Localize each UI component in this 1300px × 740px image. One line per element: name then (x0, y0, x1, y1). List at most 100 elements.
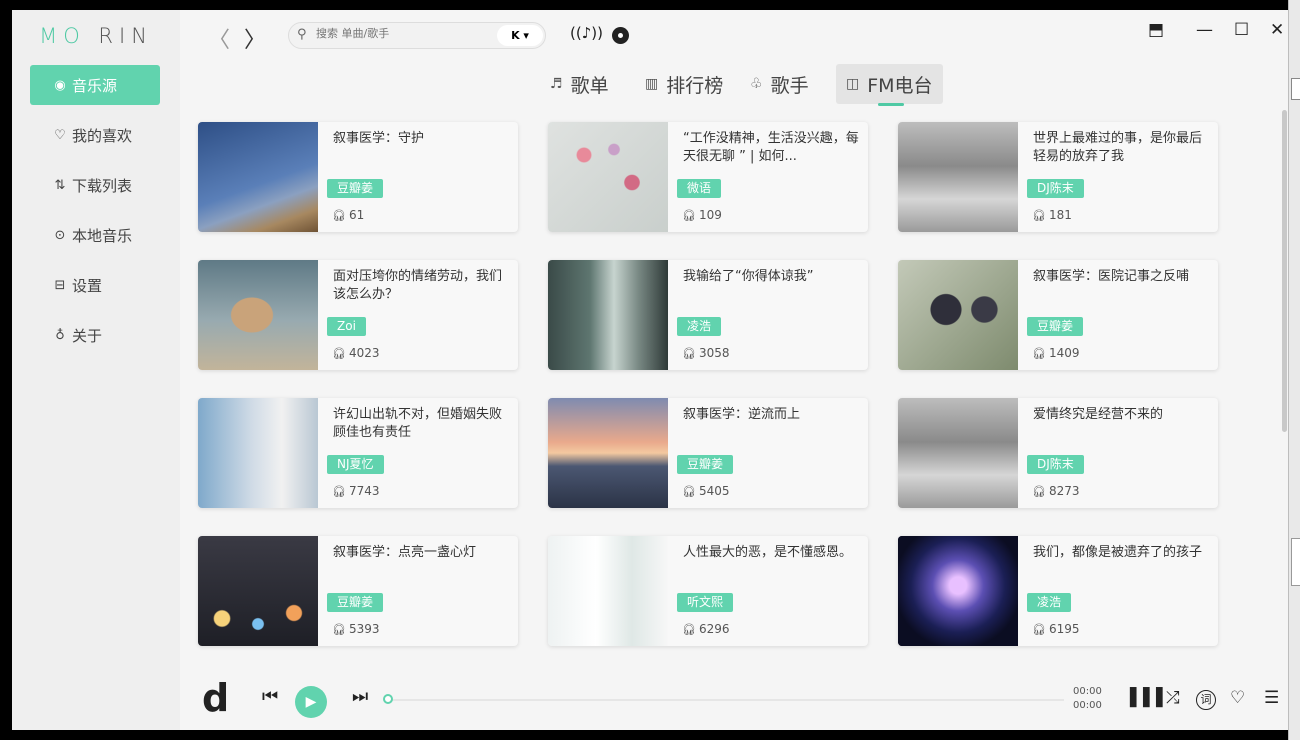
radio-cover-image[interactable] (548, 398, 668, 508)
download-sort-icon: ⇅ (54, 177, 66, 193)
radio-cover-image[interactable] (548, 260, 668, 370)
radio-title[interactable]: 面对压垮你的情绪劳动，我们该怎么办？ (333, 268, 511, 304)
radio-title[interactable]: 人性最大的恶，是不懂感恩。 (683, 544, 861, 580)
headphones-icon: 🎧︎ (332, 209, 346, 222)
sidebar-item-music-source[interactable]: ◉ 音乐源 (30, 65, 160, 105)
play-count: 🎧︎ 181 (1032, 208, 1072, 222)
host-tag[interactable]: DJ陈末 (1027, 455, 1084, 474)
tab-playlist[interactable]: ♬ 歌单 (540, 64, 619, 104)
sidebar-item-favorites[interactable]: ♡ 我的喜欢 (30, 115, 160, 155)
radio-card[interactable]: 我们，都像是被遗弃了的孩子 凌浩 🎧︎ 6195 (898, 536, 1218, 646)
tab-singers[interactable]: ♧ 歌手 (740, 64, 819, 104)
radio-card[interactable]: 叙事医学：点亮一盏心灯豆瓣姜 🎧︎ 5393 (198, 536, 518, 646)
radio-title[interactable]: 叙事医学：医院记事之反哺 (1033, 268, 1211, 304)
radio-cover-image[interactable] (198, 122, 318, 232)
tab-charts[interactable]: ▥ 排行榜 (635, 64, 733, 104)
tab-fm-radio[interactable]: ◫ FM电台 (836, 64, 943, 106)
play-count: 🎧︎ 4023 (332, 346, 380, 360)
play-button[interactable]: ▶ (295, 686, 327, 718)
host-tag[interactable]: NJ夏忆 (327, 455, 384, 474)
host-tag[interactable]: 豆瓣姜 (677, 455, 734, 474)
host-tag[interactable]: 凌浩 (1027, 593, 1072, 612)
play-count-value: 6296 (698, 622, 730, 636)
shuffle-icon[interactable]: ⤮ (1166, 688, 1180, 708)
lyrics-button[interactable]: 词 (1196, 690, 1216, 710)
headphones-icon: 🎧︎ (682, 623, 696, 636)
radio-card[interactable]: 爱情终究是经营不来的 DJ陈末 🎧︎ 8273 (898, 398, 1218, 508)
radio-card[interactable]: 许幻山出轨不对，但婚姻失败顾佳也有责任 NJ夏忆 🎧︎ 7743 (198, 398, 518, 508)
scrollbar[interactable] (1282, 110, 1287, 432)
mini-mode-icon[interactable]: ⬒ (1148, 20, 1164, 40)
playlist-menu-icon[interactable]: ☰ (1264, 688, 1279, 708)
radio-title[interactable]: 许幻山出轨不对，但婚姻失败顾佳也有责任 (333, 406, 511, 442)
radio-cover-image[interactable] (198, 536, 318, 646)
radio-card[interactable]: 我输给了“你得体谅我” 凌浩 🎧︎ 3058 (548, 260, 868, 370)
header: 〈 〉 ⚲ K ▾ ((♪)) ⬒ — ☐ ✕ (180, 10, 1288, 60)
radio-title[interactable]: 我们，都像是被遗弃了的孩子 (1033, 544, 1211, 580)
heart-icon: ♡ (54, 127, 66, 143)
radio-title[interactable]: 我输给了“你得体谅我” (683, 268, 861, 304)
play-count-value: 6195 (1048, 622, 1080, 636)
radio-card[interactable]: 叙事医学：医院记事之反哺 豆瓣姜 🎧︎ 1409 (898, 260, 1218, 370)
host-tag[interactable]: 豆瓣姜 (1027, 317, 1084, 336)
previous-track-button[interactable]: ⏮ (262, 686, 278, 707)
sidebar-item-downloads[interactable]: ⇅ 下载列表 (30, 165, 160, 205)
sidebar-nav: ◉ 音乐源 ♡ 我的喜欢 ⇅ 下载列表 ⊙ 本地音乐 ⊟ 设置 ♁ 关于 (30, 65, 160, 365)
play-count: 🎧︎ 5393 (332, 622, 380, 636)
minimize-button[interactable]: — (1196, 20, 1213, 40)
host-tag[interactable]: Zoi (327, 317, 366, 336)
progress-handle[interactable] (383, 694, 393, 704)
radio-card[interactable]: 叙事医学：守护豆瓣姜 🎧︎ 61 (198, 122, 518, 232)
radio-title[interactable]: 叙事医学：逆流而上 (683, 406, 861, 442)
play-count: 🎧︎ 109 (682, 208, 722, 222)
source-select[interactable]: K ▾ (497, 25, 543, 46)
app-logo: MO RIN (39, 24, 153, 48)
radio-card[interactable]: 世界上最难过的事，是你最后轻易的放弃了我 DJ陈末 🎧︎ 181 (898, 122, 1218, 232)
disc-icon[interactable] (612, 27, 629, 44)
host-tag[interactable]: 豆瓣姜 (327, 593, 384, 612)
host-tag[interactable]: 豆瓣姜 (327, 179, 384, 198)
play-count-value: 4023 (348, 346, 380, 360)
radio-card[interactable]: 面对压垮你的情绪劳动，我们该怎么办？ Zoi 🎧︎ 4023 (198, 260, 518, 370)
sidebar-item-label: 本地音乐 (72, 226, 133, 245)
time-total: 00:00 (1073, 700, 1102, 711)
radio-cover-image[interactable] (198, 398, 318, 508)
sidebar-item-settings[interactable]: ⊟ 设置 (30, 265, 160, 305)
maximize-button[interactable]: ☐ (1234, 20, 1249, 40)
host-tag[interactable]: 听文熙 (677, 593, 734, 612)
heart-icon[interactable]: ♡ (1230, 688, 1245, 708)
next-track-button[interactable]: ⏭ (352, 686, 368, 707)
radio-title[interactable]: 爱情终究是经营不来的 (1033, 406, 1211, 442)
radio-cover-image[interactable] (548, 536, 668, 646)
radio-title[interactable]: 叙事医学：守护 (333, 130, 511, 166)
play-count-value: 109 (698, 208, 722, 222)
sidebar-item-about[interactable]: ♁ 关于 (30, 315, 160, 355)
play-count-value: 3058 (698, 346, 730, 360)
radio-cover-image[interactable] (198, 260, 318, 370)
progress-bar[interactable] (384, 699, 1064, 701)
radio-cover-image[interactable] (898, 260, 1018, 370)
radio-cover-image[interactable] (898, 536, 1018, 646)
close-button[interactable]: ✕ (1270, 20, 1284, 40)
radio-cover-image[interactable] (898, 122, 1018, 232)
radio-icon: ◫ (846, 76, 860, 92)
forward-arrow-icon[interactable]: 〉 (244, 22, 266, 54)
radio-card[interactable]: 人性最大的恶，是不懂感恩。听文熙 🎧︎ 6296 (548, 536, 868, 646)
radio-title[interactable]: 叙事医学：点亮一盏心灯 (333, 544, 511, 580)
music-source-icon: ◉ (54, 77, 66, 93)
radio-title[interactable]: “工作没精神，生活没兴趣，每天很无聊 ” | 如何... (683, 130, 861, 166)
sidebar-item-local-music[interactable]: ⊙ 本地音乐 (30, 215, 160, 255)
host-tag[interactable]: 凌浩 (677, 317, 722, 336)
host-tag[interactable]: 微语 (677, 179, 722, 198)
radio-cover-image[interactable] (548, 122, 668, 232)
host-tag[interactable]: DJ陈末 (1027, 179, 1084, 198)
radio-title[interactable]: 世界上最难过的事，是你最后轻易的放弃了我 (1033, 130, 1211, 166)
sound-wave-icon[interactable]: ▌▌▌ (1130, 688, 1169, 708)
radio-cover-image[interactable] (898, 398, 1018, 508)
search-input[interactable] (316, 27, 486, 40)
radio-card[interactable]: 叙事医学：逆流而上 豆瓣姜 🎧︎ 5405 (548, 398, 868, 508)
back-arrow-icon[interactable]: 〈 (208, 22, 230, 54)
radio-card[interactable]: “工作没精神，生活没兴趣，每天很无聊 ” | 如何... 微语 🎧︎ 109 (548, 122, 868, 232)
play-count: 🎧︎ 61 (332, 208, 364, 222)
listen-recognize-icon[interactable]: ((♪)) (570, 24, 603, 42)
